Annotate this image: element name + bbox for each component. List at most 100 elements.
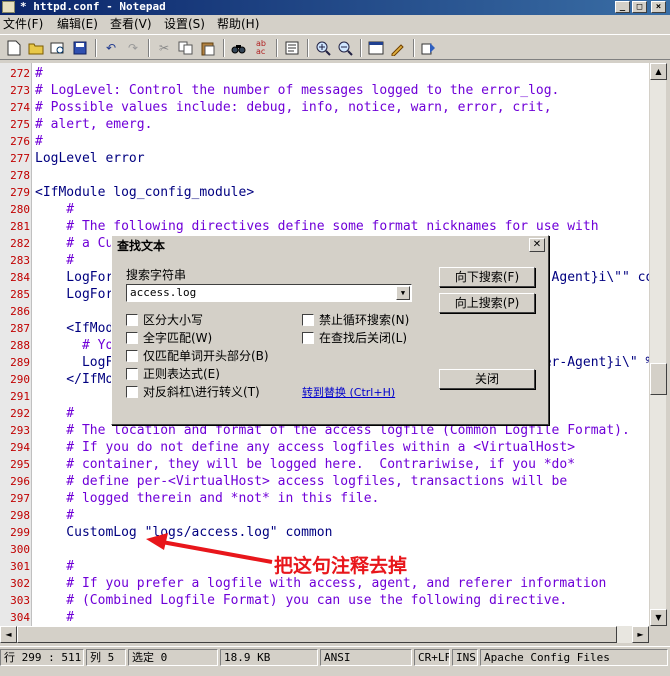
menu-help[interactable]: 帮助(H) [217, 16, 259, 32]
zoom-out-icon[interactable] [335, 38, 355, 58]
checkbox-box[interactable] [126, 332, 138, 344]
close-button[interactable]: × [651, 1, 666, 13]
line-number: 273 [10, 84, 30, 97]
line-number: 288 [10, 339, 30, 352]
scroll-up-button[interactable]: ▲ [650, 63, 667, 80]
word-start-checkbox[interactable]: 仅匹配单词开头部分(B) [126, 349, 269, 363]
page-setup-icon[interactable] [282, 38, 302, 58]
no-wrap-checkbox[interactable]: 禁止循环搜索(N) [302, 313, 409, 327]
code-line[interactable]: 281 # The following directives define so… [0, 218, 649, 235]
line-number: 279 [10, 186, 30, 199]
maximize-button[interactable]: □ [632, 1, 647, 13]
chevron-down-icon[interactable]: ▼ [396, 286, 410, 300]
code-line[interactable]: 279 <IfModule log_config_module> [0, 184, 649, 201]
code-line[interactable]: 295 # container, they will be logged her… [0, 456, 649, 473]
code-line[interactable]: 296 # define per-<VirtualHost> access lo… [0, 473, 649, 490]
find-dialog-close-icon[interactable]: ✕ [529, 238, 545, 252]
copy-icon[interactable] [176, 38, 196, 58]
find-next-button[interactable]: 向下搜索(F) [439, 267, 535, 287]
code-line[interactable]: 276 # [0, 133, 649, 150]
paste-icon[interactable] [198, 38, 218, 58]
code-line[interactable]: 303 # (Combined Logfile Format) you can … [0, 592, 649, 609]
search-string-label: 搜索字符串 [126, 268, 187, 282]
dialog-close-button[interactable]: 关闭 [439, 369, 535, 389]
redo-icon[interactable]: ↷ [123, 38, 143, 58]
cut-icon[interactable]: ✂ [154, 38, 174, 58]
undo-icon[interactable]: ↶ [101, 38, 121, 58]
code-line[interactable]: 278 [0, 167, 649, 184]
menu-view[interactable]: 查看(V) [110, 16, 152, 32]
search-input[interactable]: access.log ▼ [126, 284, 412, 302]
find-dialog: 查找文本 ✕ 搜索字符串 access.log ▼ 向下搜索(F) 向上搜索(P… [111, 235, 549, 425]
line-number: 285 [10, 288, 30, 301]
find-previous-button[interactable]: 向上搜索(P) [439, 293, 535, 313]
checkbox-box[interactable] [126, 368, 138, 380]
code-text: # If you do not define any access logfil… [35, 440, 576, 455]
code-line[interactable]: 294 # If you do not define any access lo… [0, 439, 649, 456]
horizontal-scroll-thumb[interactable] [17, 626, 617, 643]
status-position: 行 299 : 511 [0, 649, 84, 666]
find-icon[interactable] [229, 38, 249, 58]
new-file-icon[interactable] [4, 38, 24, 58]
status-bar: 行 299 : 511 列 5 选定 0 18.9 KB ANSI CR+LF … [0, 646, 670, 668]
code-line[interactable]: 298 # [0, 507, 649, 524]
code-line[interactable]: 280 # [0, 201, 649, 218]
annotation-note: 把这句注释去掉 [274, 555, 408, 577]
regex-label: 正则表达式(E) [143, 367, 220, 381]
code-line[interactable]: 275 # alert, emerg. [0, 116, 649, 133]
code-text: <IfModule log_config_module> [35, 185, 255, 200]
close-after-find-checkbox[interactable]: 在查找后关闭(L) [302, 331, 407, 345]
escape-backslash-checkbox[interactable]: 对反斜杠\进行转义(T) [126, 385, 260, 399]
scroll-down-button[interactable]: ▼ [650, 609, 667, 626]
code-text: # Possible values include: debug, info, … [35, 100, 552, 115]
line-number: 302 [10, 577, 30, 590]
status-column: 列 5 [86, 649, 126, 666]
line-number: 293 [10, 424, 30, 437]
code-line[interactable]: 273 # LogLevel: Control the number of mes… [0, 82, 649, 99]
checkbox-box[interactable] [126, 350, 138, 362]
edit-icon[interactable] [388, 38, 408, 58]
code-text: # logged therein and *not* in this file. [35, 491, 380, 506]
save-icon[interactable] [70, 38, 90, 58]
replace-icon[interactable]: ab ac [251, 38, 271, 58]
code-text: # LogLevel: Control the number of messag… [35, 83, 560, 98]
checkbox-box[interactable] [126, 314, 138, 326]
line-number: 292 [10, 407, 30, 420]
goto-replace-link[interactable]: 转到替换 (Ctrl+H) [302, 384, 395, 400]
checkbox-box[interactable] [302, 314, 314, 326]
code-line[interactable]: 299 CustomLog "logs/access.log" common [0, 524, 649, 541]
code-text: # [35, 134, 43, 149]
match-case-checkbox[interactable]: 区分大小写 [126, 313, 203, 327]
zoom-in-icon[interactable] [313, 38, 333, 58]
code-line[interactable]: 272 # [0, 65, 649, 82]
open-folder-icon[interactable] [26, 38, 46, 58]
code-line[interactable]: 304 # [0, 609, 649, 626]
vertical-scrollbar[interactable]: ▲ ▼ [649, 63, 667, 626]
minimize-button[interactable]: _ [615, 1, 630, 13]
checkbox-box[interactable] [126, 386, 138, 398]
code-line[interactable]: 277 LogLevel error [0, 150, 649, 167]
line-number: 283 [10, 254, 30, 267]
status-eol: CR+LF [414, 649, 450, 666]
find-in-files-icon[interactable] [48, 38, 68, 58]
scroll-left-button[interactable]: ◄ [0, 626, 17, 643]
checkbox-box[interactable] [302, 332, 314, 344]
scroll-right-button[interactable]: ► [632, 626, 649, 643]
annotation-arrow-icon [146, 533, 273, 564]
line-number: 280 [10, 203, 30, 216]
horizontal-scrollbar[interactable]: ◄ ► [0, 626, 649, 643]
menu-file[interactable]: 文件(F) [3, 16, 43, 32]
code-line[interactable]: 297 # logged therein and *not* in this f… [0, 490, 649, 507]
view-icon[interactable] [366, 38, 386, 58]
find-dialog-title: 查找文本 [114, 238, 546, 254]
menu-edit[interactable]: 编辑(E) [57, 16, 98, 32]
vertical-scroll-thumb[interactable] [650, 363, 667, 395]
whole-word-label: 全字匹配(W) [143, 331, 213, 345]
line-number: 296 [10, 475, 30, 488]
regex-checkbox[interactable]: 正则表达式(E) [126, 367, 220, 381]
menu-settings[interactable]: 设置(S) [164, 16, 205, 32]
status-file-size: 18.9 KB [220, 649, 318, 666]
code-line[interactable]: 274 # Possible values include: debug, inf… [0, 99, 649, 116]
run-icon[interactable] [419, 38, 439, 58]
whole-word-checkbox[interactable]: 全字匹配(W) [126, 331, 212, 345]
